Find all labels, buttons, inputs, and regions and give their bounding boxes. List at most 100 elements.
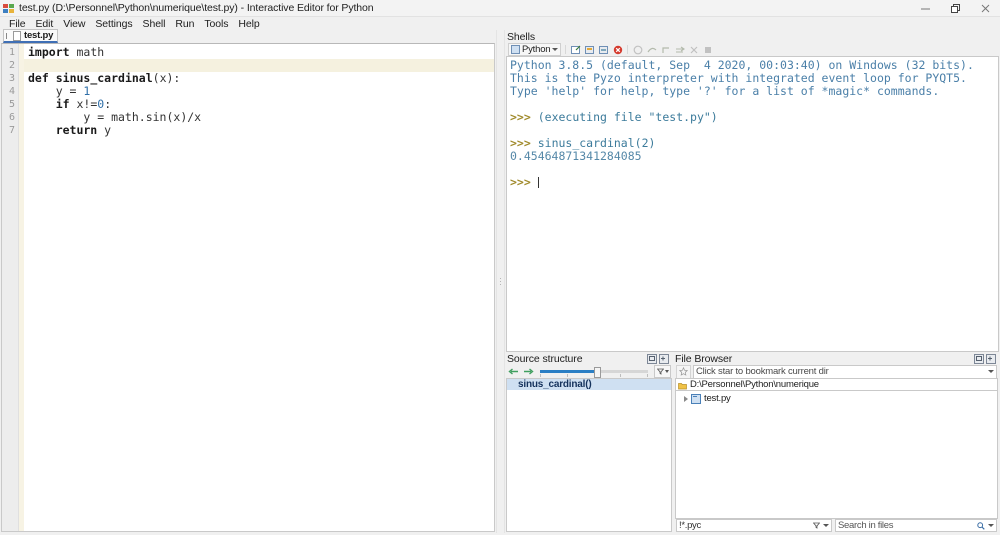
code-line: return y	[28, 123, 112, 137]
arrow-right-icon[interactable]	[523, 367, 534, 376]
shells-panel-title: Shells	[507, 30, 535, 43]
arrow-left-icon[interactable]	[508, 367, 519, 376]
line-number: 4	[8, 86, 15, 97]
window-title: test.py (D:\Personnel\Python\numerique\t…	[19, 2, 374, 14]
text-cursor	[537, 177, 539, 188]
code-line: import math	[28, 45, 105, 59]
file-icon	[691, 393, 701, 404]
shells-panel: Shells Python Python 3.8.5 (default, Sep…	[505, 30, 1000, 352]
magnifier-icon[interactable]	[977, 521, 985, 530]
debug-next-icon[interactable]	[646, 44, 657, 55]
bookmark-placeholder: Click star to bookmark current dir	[696, 366, 829, 377]
menu-run[interactable]: Run	[170, 18, 199, 30]
shell-active-prompt-line[interactable]: >>>	[510, 176, 998, 189]
minimize-icon[interactable]	[910, 0, 940, 16]
line-number: 6	[8, 112, 15, 123]
shell-prompt-line: >>> (executing file "test.py")	[510, 111, 998, 124]
editor-tab-label: test.py	[24, 30, 54, 41]
line-number: 5	[8, 99, 15, 110]
editor-tab-bar: test.py	[0, 29, 496, 43]
main-area: test.py 1 2 3 4 5 6 7 import math def si…	[0, 29, 1000, 533]
chevron-right-icon[interactable]	[684, 395, 688, 402]
close-panel-icon[interactable]	[659, 353, 669, 364]
file-browser-tree[interactable]: test.py	[675, 391, 998, 519]
filter-icon[interactable]	[813, 522, 820, 529]
bottom-dock-area: Source structure sinus_cardinal() File B…	[505, 352, 1000, 533]
source-structure-item[interactable]: sinus_cardinal()	[507, 379, 671, 390]
interrupt-icon[interactable]	[632, 44, 643, 55]
shell-prompt: >>>	[510, 136, 531, 150]
source-structure-toolbar	[505, 365, 673, 378]
filter-icon[interactable]	[654, 365, 671, 378]
shell-result-line: 0.45464871341284085	[510, 149, 642, 163]
line-number: 1	[8, 47, 15, 58]
menu-shell[interactable]: Shell	[138, 18, 171, 30]
float-panel-icon[interactable]	[647, 353, 657, 364]
restore-icon[interactable]	[940, 0, 970, 16]
menu-file[interactable]: File	[4, 18, 31, 30]
shell-prompt: >>>	[510, 175, 531, 189]
file-browser-bookmark-bar: Click star to bookmark current dir	[673, 364, 1000, 379]
chevron-down-icon	[988, 524, 994, 527]
debug-stop-icon[interactable]	[688, 44, 699, 55]
edit-shell-config-icon[interactable]	[584, 44, 595, 55]
search-in-files-field[interactable]: Search in files	[835, 519, 997, 532]
menu-edit[interactable]: Edit	[31, 18, 59, 30]
star-icon[interactable]	[676, 364, 691, 379]
file-name-label: test.py	[704, 393, 731, 404]
menu-settings[interactable]: Settings	[90, 18, 137, 30]
source-structure-panel: Source structure sinus_cardinal()	[505, 352, 673, 533]
editor-tab-test-py[interactable]: test.py	[3, 29, 59, 43]
document-icon	[13, 30, 21, 41]
source-structure-depth-slider[interactable]	[540, 366, 648, 378]
shell-input-text: sinus_cardinal(2)	[537, 136, 656, 150]
right-dock-column: Shells Python Python 3.8.5 (default, Sep…	[505, 30, 1000, 533]
shells-panel-header: Shells	[505, 30, 1000, 43]
close-panel-icon[interactable]	[986, 353, 996, 364]
float-panel-icon[interactable]	[974, 353, 984, 364]
file-tree-row[interactable]: test.py	[676, 393, 997, 404]
pyzo-logo-icon	[3, 3, 15, 14]
code-editor[interactable]: 1 2 3 4 5 6 7 import math def sinus_card…	[1, 43, 495, 532]
shells-toolbar: Python	[505, 43, 1000, 56]
menu-view[interactable]: View	[58, 18, 90, 30]
stop-icon[interactable]	[702, 44, 713, 55]
line-number: 3	[8, 73, 15, 84]
folder-icon	[678, 381, 687, 389]
new-shell-icon[interactable]	[570, 44, 581, 55]
menu-tools[interactable]: Tools	[199, 18, 233, 30]
close-icon[interactable]	[970, 0, 1000, 16]
debug-return-icon[interactable]	[674, 44, 685, 55]
shell-banner-line: Type 'help' for help, type '?' for a lis…	[510, 84, 940, 98]
shell-selector-dropdown[interactable]: Python	[508, 43, 562, 56]
python-shell-icon	[511, 45, 520, 54]
editor-panel: test.py 1 2 3 4 5 6 7 import math def si…	[0, 29, 496, 533]
code-line: def sinus_cardinal(x):	[28, 71, 181, 85]
line-number-gutter: 1 2 3 4 5 6 7	[2, 44, 19, 531]
window-controls	[910, 0, 1000, 16]
vertical-splitter[interactable]	[496, 30, 505, 533]
debug-step-icon[interactable]	[660, 44, 671, 55]
current-path-text: D:\Personnel\Python\numerique	[690, 379, 819, 390]
file-filter-value: !*.pyc	[679, 520, 701, 531]
file-browser-status-bar: !*.pyc Search in files	[673, 519, 1000, 533]
slider-knob[interactable]	[594, 367, 601, 378]
line-number: 7	[8, 125, 15, 136]
shell-blank-line	[510, 163, 998, 176]
source-structure-header: Source structure	[505, 352, 673, 365]
source-structure-tree[interactable]: sinus_cardinal()	[506, 378, 672, 532]
file-filter-field[interactable]: !*.pyc	[676, 519, 832, 532]
file-browser-header: File Browser	[673, 352, 1000, 365]
shell-output-view[interactable]: Python 3.8.5 (default, Sep 4 2020, 00:03…	[506, 56, 999, 352]
bookmark-combo[interactable]: Click star to bookmark current dir	[693, 364, 997, 379]
menu-help[interactable]: Help	[233, 18, 264, 30]
shell-prompt: >>>	[510, 110, 531, 124]
pyzo-application-window: test.py (D:\Personnel\Python\numerique\t…	[0, 0, 1000, 535]
file-browser-title: File Browser	[675, 352, 733, 365]
chevron-down-icon	[988, 370, 994, 373]
shell-selector-label: Python	[522, 44, 551, 55]
code-text-area[interactable]: import math def sinus_cardinal(x): y = 1…	[24, 44, 494, 531]
file-browser-path-bar[interactable]: D:\Personnel\Python\numerique	[675, 378, 998, 391]
restart-shell-icon[interactable]	[598, 44, 609, 55]
terminate-shell-icon[interactable]	[612, 44, 623, 55]
